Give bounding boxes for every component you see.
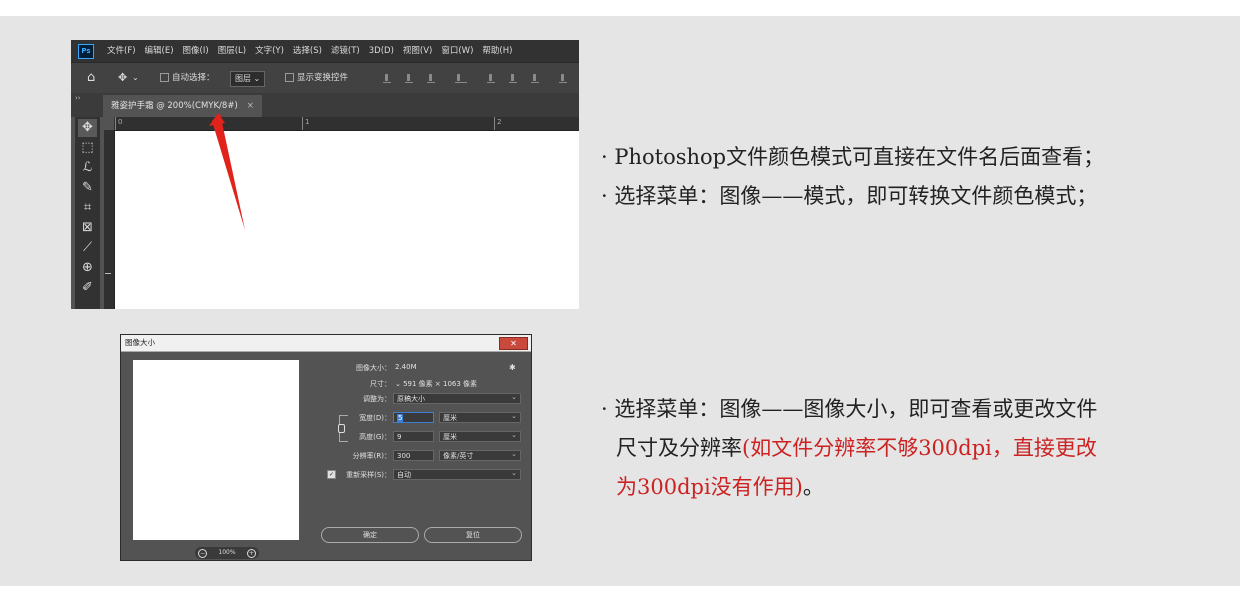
- resolution-value: 300: [397, 452, 411, 460]
- dialog-title: 图像大小: [125, 338, 155, 347]
- height-input[interactable]: 9: [393, 431, 434, 442]
- fit-to-value: 原稿大小: [397, 395, 425, 403]
- dialog-titlebar: 图像大小 ✕: [121, 335, 531, 352]
- link-icon[interactable]: [338, 424, 345, 433]
- resample-value: 自动: [397, 471, 411, 479]
- arrow-head: [209, 113, 225, 126]
- resample-select[interactable]: 自动: [393, 468, 521, 480]
- height-label: 高度(G)：: [359, 433, 391, 441]
- height-unit-select[interactable]: 厘米: [439, 430, 521, 442]
- dimensions-value: ⌄ 591 像素 × 1063 像素: [395, 379, 477, 389]
- gear-icon[interactable]: ✱: [509, 363, 516, 372]
- note-line-4-text: 尺寸及分辨率: [616, 436, 742, 460]
- constrain-link[interactable]: [338, 415, 348, 442]
- ok-button[interactable]: 确定: [321, 527, 419, 543]
- resample-checkbox[interactable]: ✓: [327, 470, 336, 479]
- fit-to-select[interactable]: 原稿大小: [393, 392, 521, 404]
- image-size-dialog: 图像大小 ✕ − 100% + 图像大小： 2.40M ✱ 尺寸： ⌄ 591 …: [120, 334, 532, 561]
- reset-button[interactable]: 复位: [424, 527, 522, 543]
- preview-area: − 100% +: [133, 360, 299, 559]
- image-size-label: 图像大小：: [356, 364, 391, 372]
- width-input[interactable]: 5: [393, 412, 434, 423]
- note-line-5-text: 。: [802, 475, 824, 499]
- note-line-3: · 选择菜单：图像——图像大小，即可查看或更改文件: [601, 397, 1098, 421]
- note-line-2: · 选择菜单：图像——模式，即可转换文件颜色模式；: [601, 184, 1098, 208]
- dimensions-text: 591 像素 × 1063 像素: [403, 380, 478, 388]
- dimensions-label: 尺寸：: [370, 380, 391, 388]
- close-icon[interactable]: ✕: [499, 337, 528, 350]
- zoom-control[interactable]: − 100% +: [195, 547, 259, 559]
- width-value: 5: [397, 414, 404, 422]
- zoom-out-icon[interactable]: −: [198, 549, 207, 558]
- width-unit: 厘米: [443, 414, 457, 422]
- resolution-label: 分辨率(R)：: [352, 452, 391, 460]
- width-label: 宽度(D)：: [359, 414, 391, 422]
- resolution-input[interactable]: 300: [393, 450, 434, 461]
- chevron-down-icon[interactable]: ⌄: [395, 380, 403, 388]
- arrow-shape: [212, 113, 245, 230]
- note-line-5-red: 为300dpi没有作用): [616, 475, 803, 499]
- width-unit-select[interactable]: 厘米: [439, 411, 521, 423]
- note-line-4: 尺寸及分辨率(如文件分辨率不够300dpi，直接更改: [616, 433, 1097, 463]
- resolution-unit-select[interactable]: 像素/英寸: [439, 449, 521, 461]
- fit-to-label: 调整为：: [363, 395, 391, 403]
- image-size-value: 2.40M: [395, 363, 417, 371]
- note-line-1: · Photoshop文件颜色模式可直接在文件名后面查看；: [601, 145, 1105, 169]
- resample-label: 重新采样(S)：: [346, 471, 391, 479]
- height-value: 9: [397, 433, 402, 441]
- height-unit: 厘米: [443, 433, 457, 441]
- zoom-value: 100%: [218, 549, 236, 556]
- note-line-5: 为300dpi没有作用)。: [616, 472, 824, 502]
- resolution-unit: 像素/英寸: [443, 452, 474, 460]
- note-line-4-red: (如文件分辨率不够300dpi，直接更改: [742, 436, 1097, 460]
- zoom-in-icon[interactable]: +: [247, 549, 256, 558]
